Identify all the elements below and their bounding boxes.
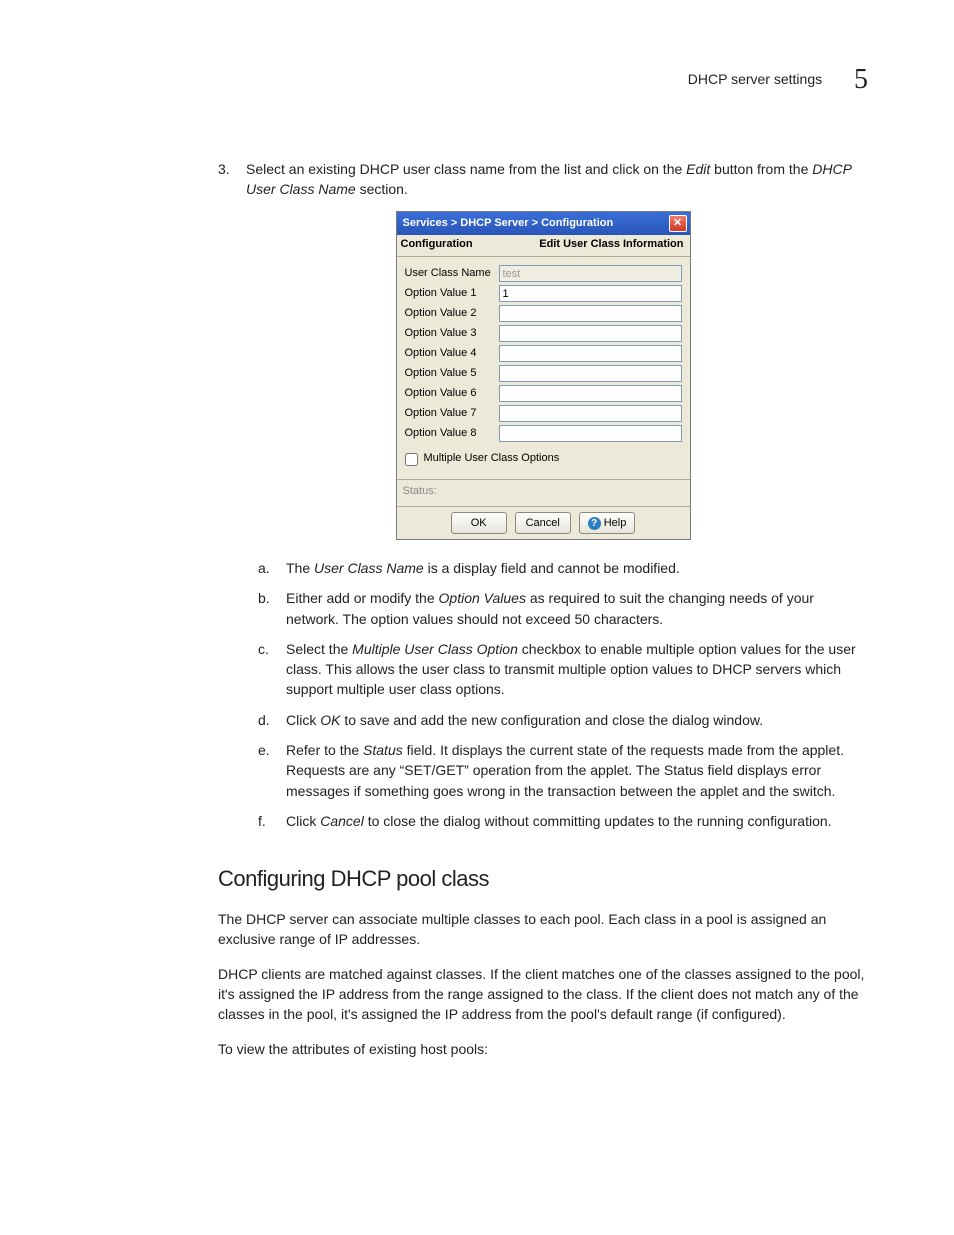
option-value-4-label: Option Value 4 <box>405 346 493 362</box>
option-value-6-input[interactable] <box>499 385 682 402</box>
option-value-1-input[interactable] <box>499 285 682 302</box>
substep-e: e. Refer to the Status field. It display… <box>258 740 868 801</box>
section2-p2: DHCP clients are matched against classes… <box>218 964 868 1025</box>
section2-p3: To view the attributes of existing host … <box>218 1039 868 1059</box>
substep-c: c. Select the Multiple User Class Option… <box>258 639 868 700</box>
multiple-user-class-label: Multiple User Class Options <box>424 451 560 467</box>
option-value-3-input[interactable] <box>499 325 682 342</box>
close-icon[interactable]: ✕ <box>669 215 687 232</box>
substep-d-marker: d. <box>258 710 270 730</box>
option-value-2-input[interactable] <box>499 305 682 322</box>
option-value-1-label: Option Value 1 <box>405 286 493 302</box>
option-value-5-input[interactable] <box>499 365 682 382</box>
running-header: DHCP server settings 5 <box>80 60 874 101</box>
cancel-button[interactable]: Cancel <box>515 512 571 534</box>
step-3: 3. Select an existing DHCP user class na… <box>218 159 868 200</box>
substep-b: b. Either add or modify the Option Value… <box>258 588 868 629</box>
ok-button[interactable]: OK <box>451 512 507 534</box>
option-value-7-input[interactable] <box>499 405 682 422</box>
option-value-2-label: Option Value 2 <box>405 306 493 322</box>
substep-f: f. Click Cancel to close the dialog with… <box>258 811 868 831</box>
multiple-user-class-checkbox[interactable] <box>405 453 418 466</box>
chapter-number: 5 <box>854 64 868 95</box>
option-value-4-input[interactable] <box>499 345 682 362</box>
option-value-8-label: Option Value 8 <box>405 426 493 442</box>
user-class-name-label: User Class Name <box>405 266 493 282</box>
dialog-subheader-right: Edit User Class Information <box>539 237 683 253</box>
option-value-5-label: Option Value 5 <box>405 366 493 382</box>
edit-user-class-dialog: Services > DHCP Server > Configuration ✕… <box>396 211 691 540</box>
dialog-subheader-left: Configuration <box>401 237 473 253</box>
step-3-marker: 3. <box>218 159 230 179</box>
substep-b-marker: b. <box>258 588 270 608</box>
status-label: Status: <box>403 485 437 497</box>
section2-p1: The DHCP server can associate multiple c… <box>218 909 868 950</box>
help-button[interactable]: ? Help <box>579 512 636 534</box>
substep-f-marker: f. <box>258 811 266 831</box>
substep-a: a. The User Class Name is a display fiel… <box>258 558 868 578</box>
dialog-subheader: Configuration Edit User Class Informatio… <box>397 235 690 257</box>
option-value-7-label: Option Value 7 <box>405 406 493 422</box>
header-title: DHCP server settings <box>688 71 822 87</box>
dialog-breadcrumb: Services > DHCP Server > Configuration <box>403 216 614 232</box>
substep-d: d. Click OK to save and add the new conf… <box>258 710 868 730</box>
substep-e-marker: e. <box>258 740 270 760</box>
substep-a-marker: a. <box>258 558 270 578</box>
help-icon: ? <box>588 517 601 530</box>
dialog-titlebar: Services > DHCP Server > Configuration ✕ <box>397 212 690 235</box>
section-heading-configuring-dhcp-pool-class: Configuring DHCP pool class <box>218 863 868 895</box>
user-class-name-input <box>499 265 682 282</box>
step-3-text: Select an existing DHCP user class name … <box>246 161 855 197</box>
option-value-8-input[interactable] <box>499 425 682 442</box>
option-value-3-label: Option Value 3 <box>405 326 493 342</box>
status-field: Status: <box>397 479 690 506</box>
option-value-6-label: Option Value 6 <box>405 386 493 402</box>
substep-c-marker: c. <box>258 639 269 659</box>
